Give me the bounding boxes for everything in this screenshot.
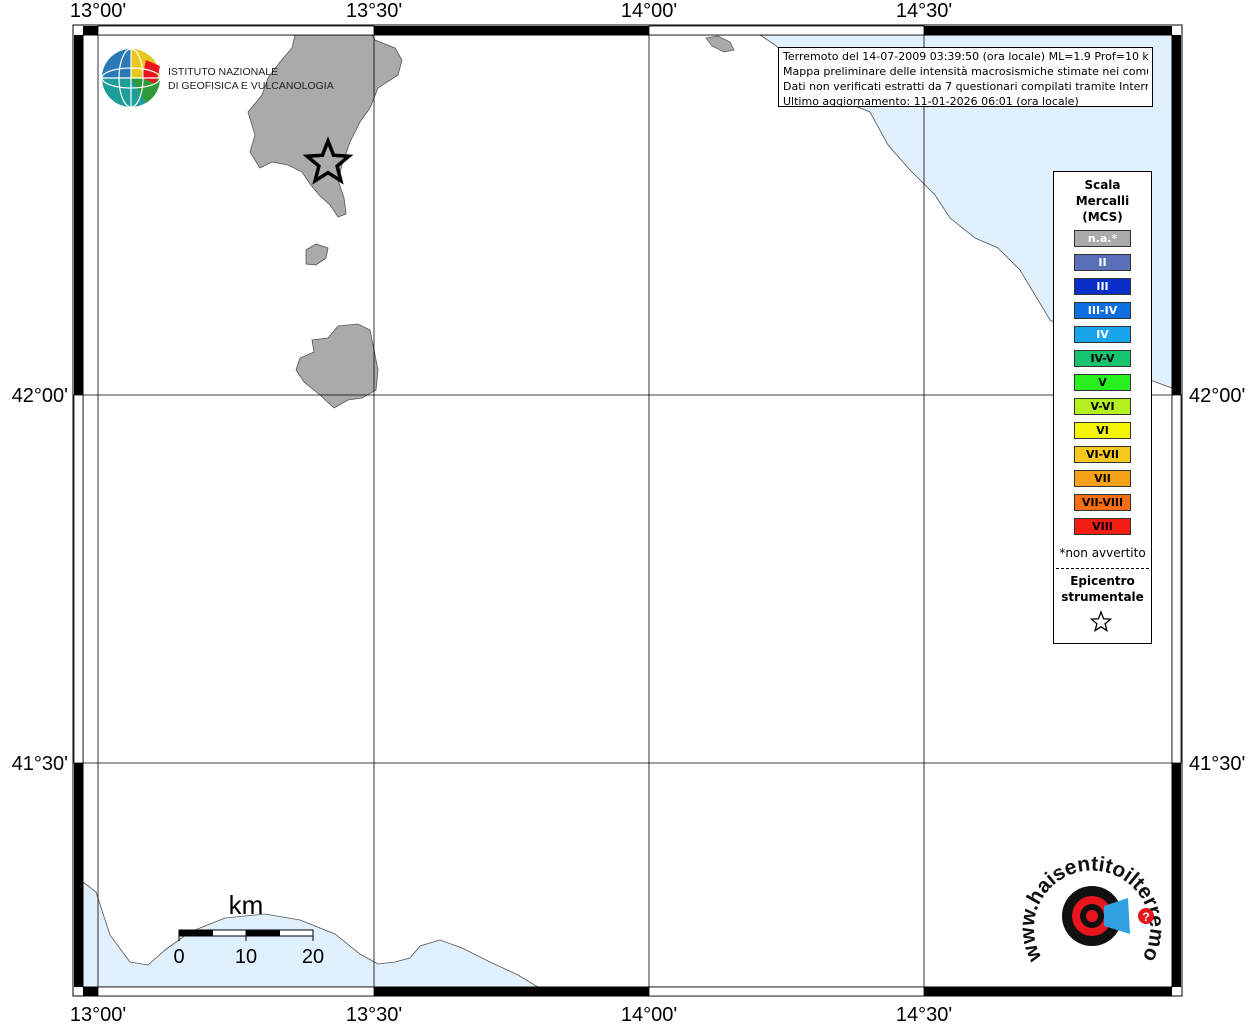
info-line-event: Terremoto del 14-07-2009 03:39:50 (ora l… — [783, 50, 1148, 63]
legend-swatch-vi-vii: VI-VII — [1074, 446, 1131, 463]
lat-label-left-2: 41°30' — [12, 753, 68, 775]
legend-swatch-vii: VII — [1074, 470, 1131, 487]
legend-epi-line2: strumentale — [1061, 590, 1144, 604]
legend-epicenter-label: Epicentro strumentale — [1054, 573, 1151, 605]
legend-swatch-iii: III — [1074, 278, 1131, 295]
legend-swatch-vi: VI — [1074, 422, 1131, 439]
info-line-update: Ultimo aggiornamento: 11-01-2026 06:01 (… — [783, 95, 1079, 108]
legend-swatch-v-vi: V-VI — [1074, 398, 1131, 415]
lon-label-bottom-4: 14°30' — [896, 1004, 952, 1024]
lon-label-bottom-2: 13°30' — [346, 1004, 402, 1024]
scale-label-10: 10 — [235, 946, 257, 968]
scale-unit: km — [229, 890, 264, 920]
lat-label-left-1: 42°00' — [12, 385, 68, 407]
mcs-legend: Scala Mercalli (MCS) n.a.* II III III-IV IV I… — [1053, 171, 1152, 644]
ingv-logo-line2: DI GEOFISICA E VULCANOLOGIA — [168, 80, 334, 92]
island-ponza — [705, 35, 735, 53]
legend-swatch-vii-viii: VII-VIII — [1074, 494, 1131, 511]
lon-label-top-4: 14°30' — [896, 0, 952, 22]
legend-separator — [1056, 568, 1149, 569]
scale-label-0: 0 — [173, 946, 184, 968]
sea-areas — [82, 34, 1173, 988]
legend-swatch-v: V — [1074, 374, 1131, 391]
legend-swatch-iv-v: IV-V — [1074, 350, 1131, 367]
legend-star-icon — [1089, 610, 1113, 633]
lon-label-bottom-1: 13°00' — [70, 1004, 126, 1024]
lat-label-right-1: 42°00' — [1189, 385, 1245, 407]
scale-label-20: 20 — [302, 946, 324, 968]
ingv-logo-line1: ISTITUTO NAZIONALE — [168, 66, 278, 78]
comune-area-north — [247, 34, 403, 218]
legend-title: Scala Mercalli (MCS) — [1054, 177, 1151, 225]
legend-swatch-n-a-: n.a.* — [1074, 230, 1131, 247]
legend-swatch-iii-iv: III-IV — [1074, 302, 1131, 319]
lat-label-right-2: 41°30' — [1189, 753, 1245, 775]
info-line-data: Dati non verificati estratti da 7 questi… — [783, 80, 1148, 93]
svg-text:?: ? — [1142, 910, 1149, 924]
legend-title-line2: Mercalli — [1075, 194, 1130, 208]
legend-title-line3: (MCS) — [1082, 210, 1123, 224]
lon-label-top-1: 13°00' — [70, 0, 126, 22]
lon-label-top-2: 13°30' — [346, 0, 402, 22]
legend-swatch-viii: VIII — [1074, 518, 1131, 535]
legend-note: *non avvertito — [1059, 546, 1146, 560]
legend-swatch-iv: IV — [1074, 326, 1131, 343]
legend-title-line1: Scala — [1084, 178, 1121, 192]
lon-label-top-3: 14°00' — [621, 0, 677, 22]
earthquake-info-box: Terremoto del 14-07-2009 03:39:50 (ora l… — [778, 47, 1153, 108]
legend-epi-line1: Epicentro — [1070, 574, 1135, 588]
info-line-map: Mappa preliminare delle intensità macros… — [783, 65, 1148, 78]
lon-label-bottom-3: 14°00' — [621, 1004, 677, 1024]
legend-swatch-ii: II — [1074, 254, 1131, 271]
comune-area-small — [305, 243, 329, 266]
